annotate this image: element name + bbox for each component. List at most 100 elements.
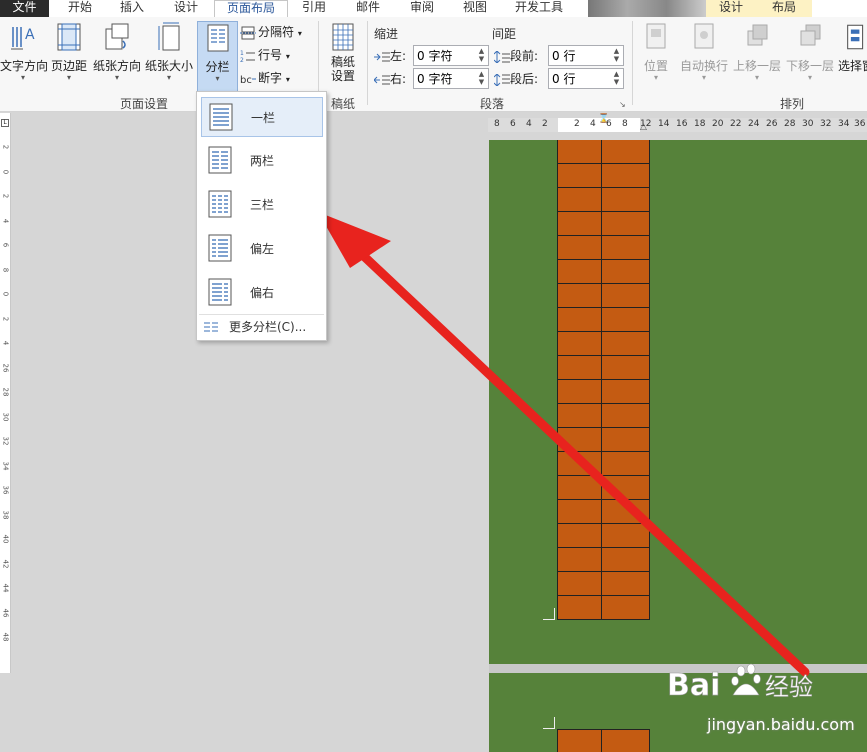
bring-forward-button[interactable]: 上移一层 ▾ [731,21,783,101]
table-cell[interactable] [601,476,650,500]
table-cell[interactable] [601,284,650,308]
table-cell[interactable] [601,212,650,236]
spin-arrows-icon[interactable]: ▲ ▼ [477,47,486,64]
tab-home[interactable]: 开始 [50,0,110,17]
more-columns-menu-item[interactable]: 更多分栏(C)... [201,317,323,337]
table-cell[interactable] [601,596,650,620]
columns-menu-item[interactable]: 偏右 [201,273,323,313]
margins-button[interactable]: 页边距 ▾ [48,21,90,101]
text-direction-button[interactable]: A 文字方向 ▾ [0,21,48,101]
spacing-before-input[interactable]: ▲▼ [548,45,624,66]
orientation-button[interactable]: 纸张方向 ▾ [92,21,142,101]
table-column-left[interactable] [557,140,606,620]
table-cell[interactable] [557,284,606,308]
table-cell[interactable] [557,730,606,752]
table-cell[interactable] [557,260,606,284]
table-cell[interactable] [601,452,650,476]
table-cell[interactable] [557,140,606,164]
table-cell[interactable] [601,164,650,188]
table-cell[interactable] [601,730,650,752]
tab-view[interactable]: 视图 [448,0,502,17]
table-cell[interactable] [601,356,650,380]
indent-left-input[interactable]: ▲▼ [413,45,489,66]
spin-arrows-icon[interactable]: ▲ ▼ [477,70,486,87]
table-column-right[interactable] [601,729,650,752]
hyphenation-label: 断字 [258,71,283,85]
columns-menu-item[interactable]: 三栏 [201,185,323,225]
table-cell[interactable] [557,308,606,332]
spin-arrows-icon[interactable]: ▲ ▼ [612,70,621,87]
table-cell[interactable] [557,332,606,356]
wrap-text-button[interactable]: 自动换行 ▾ [678,21,730,101]
send-backward-button[interactable]: 下移一层 ▾ [784,21,836,101]
table-cell[interactable] [601,308,650,332]
table-cell[interactable] [601,428,650,452]
table-cell[interactable] [557,572,606,596]
spacing-after-field[interactable] [549,69,611,88]
ruler-number: 0 [1,291,10,297]
document-page[interactable] [489,140,867,664]
table-cell[interactable] [557,188,606,212]
indent-marker-icon[interactable]: ⌛ [598,114,609,124]
horizontal-ruler[interactable]: 8 6 4 2 2 4 6 8 12 14 16 18 20 22 24 26 28 30 32 34 36 ⌛ △ [488,114,867,132]
tab-design[interactable]: 设计 [158,0,214,17]
table-cell[interactable] [601,236,650,260]
breaks-button[interactable]: 分隔符 ▾ [240,22,302,42]
dialog-launcher-icon[interactable]: ↘ [619,100,626,109]
table-cell[interactable] [557,452,606,476]
tab-selector-icon[interactable]: L [1,119,9,127]
tab-page-layout[interactable]: 页面布局 [214,0,288,18]
table-cell[interactable] [557,524,606,548]
indent-left-field[interactable] [414,46,476,65]
size-button[interactable]: 纸张大小 ▾ [144,21,194,101]
indent-right-field[interactable] [414,69,476,88]
tab-mailings[interactable]: 邮件 [340,0,396,17]
columns-menu-item[interactable]: 一栏 [201,97,323,137]
table-cell[interactable] [601,572,650,596]
table-cell[interactable] [557,596,606,620]
hyphenation-button[interactable]: bc 断字 ▾ [240,68,290,88]
tab-context-layout[interactable]: 布局 [756,0,812,17]
position-button[interactable]: 位置 ▾ [638,21,674,101]
tab-file[interactable]: 文件 [0,0,49,17]
table-cell[interactable] [557,380,606,404]
table-cell[interactable] [601,524,650,548]
table-cell[interactable] [557,404,606,428]
ruler-number: 48 [1,632,10,642]
table-cell[interactable] [601,548,650,572]
tab-references[interactable]: 引用 [288,0,340,17]
columns-menu-item[interactable]: 偏左 [201,229,323,269]
table-cell[interactable] [557,476,606,500]
table-cell[interactable] [557,356,606,380]
table-cell[interactable] [557,548,606,572]
vertical-ruler[interactable]: L 2 0 2 4 6 8 0 2 4 26 28 30 32 34 36 38 40 42 44 46 48 [0,113,11,673]
manuscript-settings-button[interactable]: 稿纸 设置 [324,21,362,101]
table-cell[interactable] [601,260,650,284]
tab-review[interactable]: 审阅 [394,0,450,17]
table-cell[interactable] [601,500,650,524]
spin-arrows-icon[interactable]: ▲ ▼ [612,47,621,64]
columns-button[interactable]: 分栏 ▾ [197,21,238,95]
table-cell[interactable] [557,236,606,260]
table-column-left[interactable] [557,729,606,752]
table-cell[interactable] [557,500,606,524]
table-cell[interactable] [557,164,606,188]
spacing-before-field[interactable] [549,46,611,65]
spacing-after-input[interactable]: ▲▼ [548,68,624,89]
table-cell[interactable] [601,404,650,428]
tab-developer[interactable]: 开发工具 [502,0,576,17]
table-cell[interactable] [557,428,606,452]
table-cell[interactable] [601,188,650,212]
table-cell[interactable] [557,212,606,236]
table-cell[interactable] [601,140,650,164]
tab-context-design[interactable]: 设计 [706,0,756,17]
tab-insert[interactable]: 插入 [104,0,160,17]
table-cell[interactable] [601,332,650,356]
columns-menu-item[interactable]: 两栏 [201,141,323,181]
selection-pane-button[interactable]: 选择窗 [838,21,867,101]
right-indent-marker-icon[interactable]: △ [640,122,647,132]
indent-right-input[interactable]: ▲▼ [413,68,489,89]
table-cell[interactable] [601,380,650,404]
line-numbers-button[interactable]: 1 2 行号 ▾ [240,45,290,65]
table-column-right[interactable] [601,140,650,620]
